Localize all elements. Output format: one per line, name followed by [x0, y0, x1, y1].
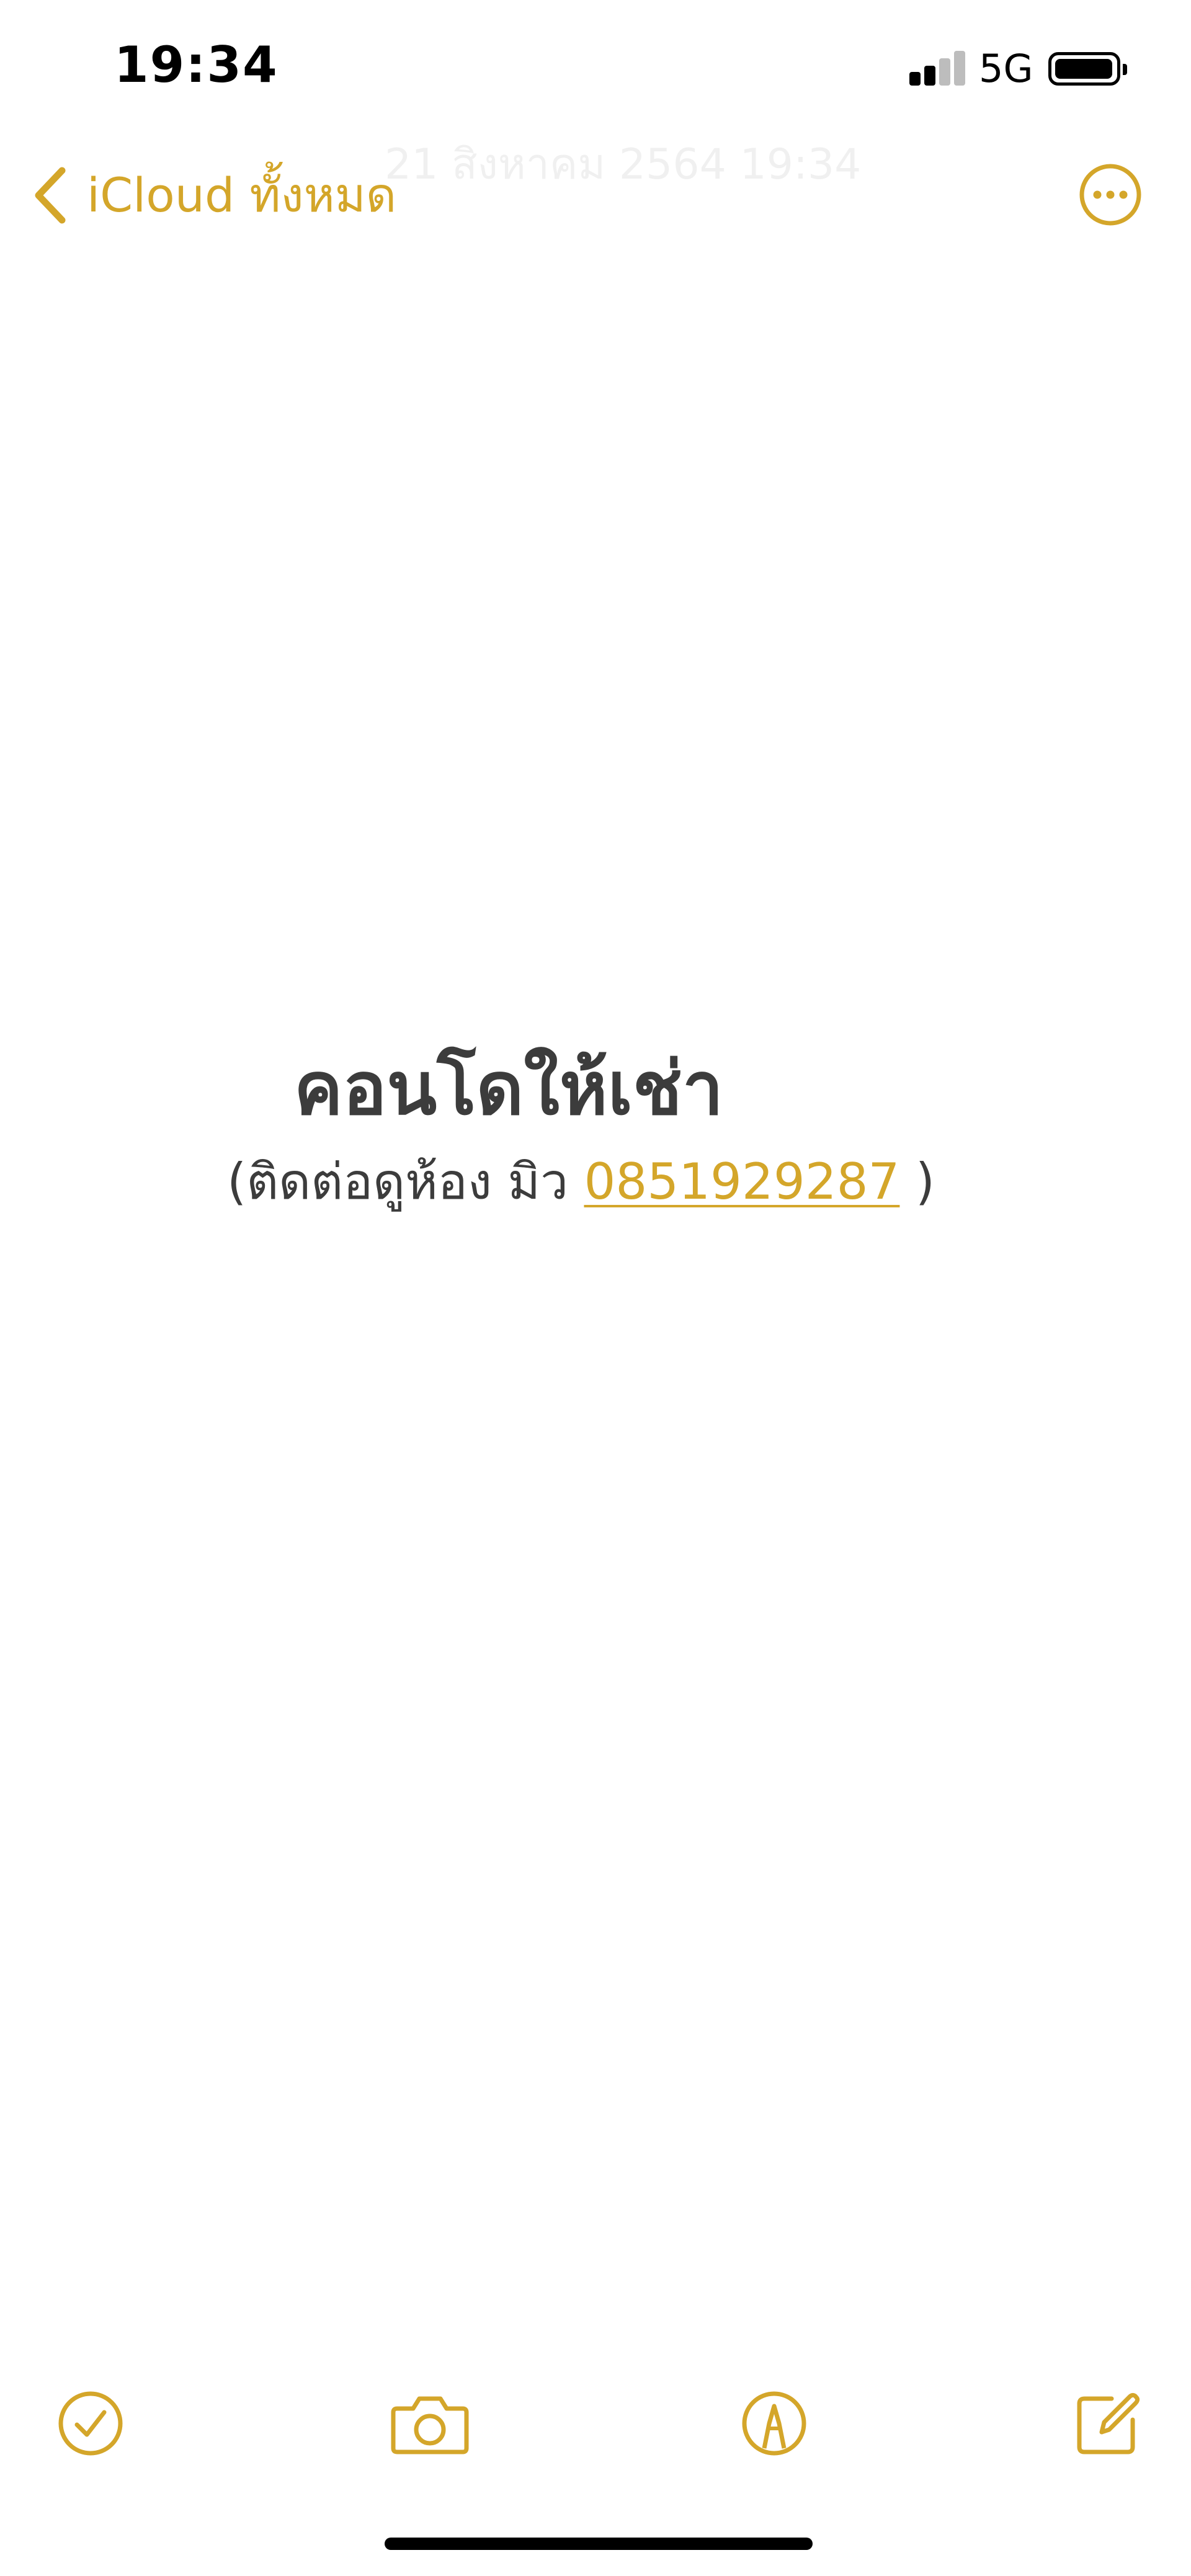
compose-button[interactable]: [1073, 2389, 1143, 2458]
camera-icon: [391, 2396, 469, 2454]
chevron-left-icon: [35, 167, 66, 224]
note-date-faded: 21 สิงหาคม 2564 19:34: [385, 140, 862, 189]
markup-button[interactable]: [739, 2389, 809, 2458]
contact-prefix: (ติดต่อดูห้อง มิว: [227, 1153, 584, 1210]
ellipsis-circle-icon: [1079, 164, 1141, 226]
status-time: 19:34: [114, 36, 279, 94]
signal-strength-icon: [909, 51, 966, 86]
more-options-button[interactable]: [1078, 162, 1143, 227]
checkmark-circle-icon: [58, 2391, 123, 2456]
home-indicator[interactable]: [385, 2538, 813, 2550]
camera-button[interactable]: [390, 2389, 470, 2458]
back-button-label: iCloud ทั้งหมด: [87, 167, 397, 223]
pen-tip-circle-icon: [742, 2391, 806, 2456]
network-type: 5G: [979, 46, 1033, 91]
back-button[interactable]: iCloud ทั้งหมด: [32, 161, 396, 229]
note-title: คอนโดให้เช่า: [293, 1046, 724, 1131]
notes-screen: 19:34 5G 21 สิงหาคม 2564 19:34 iCloud ทั…: [0, 0, 1191, 2576]
contact-suffix: ): [899, 1153, 935, 1210]
phone-number-link[interactable]: 0851929287: [584, 1153, 899, 1210]
note-contact-line: (ติดต่อดูห้อง มิว 0851929287 ): [227, 1142, 935, 1221]
compose-icon: [1077, 2392, 1140, 2454]
checklist-button[interactable]: [56, 2389, 125, 2458]
battery-icon: [1048, 52, 1127, 86]
